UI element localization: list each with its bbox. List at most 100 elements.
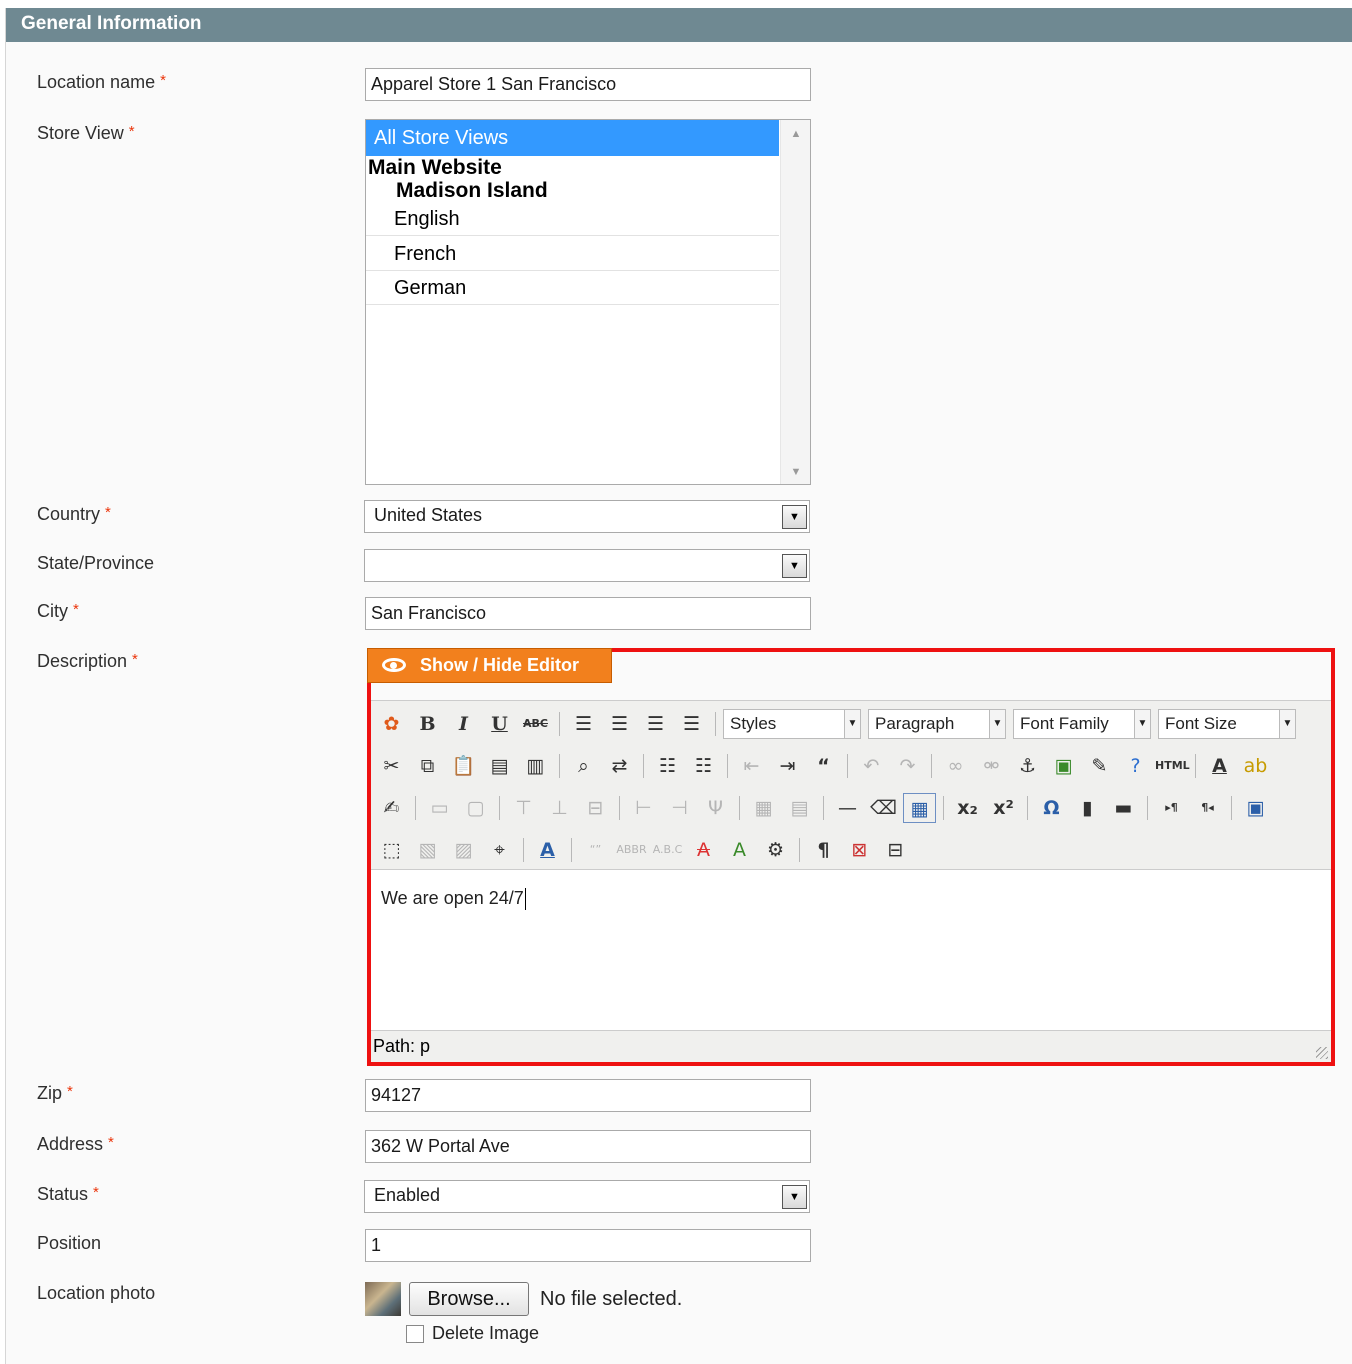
paste-icon[interactable]: 📋	[447, 751, 480, 781]
delete-text-icon[interactable]: A	[687, 835, 720, 865]
redo-icon[interactable]: ↷	[891, 751, 924, 781]
acronym-icon[interactable]: A.B.C	[651, 835, 684, 865]
absolute-position-icon[interactable]: ⌖	[483, 835, 516, 865]
attributes-icon[interactable]: ⚙	[759, 835, 792, 865]
horizontal-rule-icon[interactable]: —	[831, 793, 864, 823]
store-view-option-german[interactable]: German	[366, 271, 779, 305]
cite-icon[interactable]: “”	[579, 835, 612, 865]
superscript-icon[interactable]: x²	[987, 793, 1020, 823]
bullet-list-icon[interactable]: ☷	[651, 751, 684, 781]
insert-row-after-icon[interactable]: ⊥	[543, 793, 576, 823]
resize-handle-icon[interactable]	[1316, 1047, 1328, 1059]
merge-cells-icon[interactable]: ▤	[783, 793, 816, 823]
state-province-select[interactable]: ▼	[364, 549, 810, 582]
image-icon[interactable]: ▣	[1047, 751, 1080, 781]
store-view-multiselect[interactable]: All Store Views Main Website Madison Isl…	[365, 119, 811, 485]
undo-icon[interactable]: ↶	[855, 751, 888, 781]
find-icon[interactable]: ⌕	[567, 751, 600, 781]
browse-button[interactable]: Browse...	[409, 1282, 529, 1316]
paste-text-icon[interactable]: ▤	[483, 751, 516, 781]
anchor-icon[interactable]: ⚓	[1011, 751, 1044, 781]
store-view-option-all[interactable]: All Store Views	[366, 120, 779, 156]
move-forward-icon[interactable]: ▧	[411, 835, 444, 865]
blockquote-icon[interactable]: “	[807, 751, 840, 781]
styles-dropdown[interactable]: Styles ▼	[723, 709, 861, 739]
table-icon[interactable]: ▦	[903, 793, 936, 823]
replace-icon[interactable]: ⇄	[603, 751, 636, 781]
zip-input[interactable]	[365, 1079, 811, 1112]
font-size-dropdown[interactable]: Font Size ▼	[1158, 709, 1296, 739]
html-icon[interactable]: HTML	[1155, 751, 1190, 781]
status-select[interactable]: Enabled ▼	[364, 1180, 810, 1213]
store-view-scrollbar[interactable]: ▲ ▼	[780, 120, 810, 484]
store-view-option-english[interactable]: English	[366, 202, 779, 236]
link-icon[interactable]: ∞	[939, 751, 972, 781]
underline-icon[interactable]: U	[483, 709, 516, 739]
text-color-icon[interactable]: A	[1203, 751, 1236, 781]
help-icon[interactable]: ?	[1119, 751, 1152, 781]
paragraph-dropdown[interactable]: Paragraph ▼	[868, 709, 1006, 739]
abbr-icon[interactable]: ABBR	[615, 835, 648, 865]
scroll-down-icon[interactable]: ▼	[781, 466, 810, 478]
table-row-props-icon[interactable]: ▭	[423, 793, 456, 823]
delete-image-checkbox[interactable]	[406, 1325, 424, 1343]
chevron-down-icon[interactable]: ▼	[782, 505, 807, 529]
strikethrough-icon[interactable]: ABC	[519, 709, 552, 739]
show-hide-editor-button[interactable]: Show / Hide Editor	[367, 648, 612, 683]
delete-col-icon[interactable]: Ψ	[699, 793, 732, 823]
position-input[interactable]	[365, 1229, 811, 1262]
scroll-up-icon[interactable]: ▲	[781, 128, 810, 140]
delete-row-icon[interactable]: ⊟	[579, 793, 612, 823]
store-view-option-french[interactable]: French	[366, 237, 779, 271]
chevron-down-icon: ▼	[1279, 710, 1295, 738]
insert-layer-icon[interactable]: ⬚	[375, 835, 408, 865]
chevron-down-icon[interactable]: ▼	[782, 1185, 807, 1209]
edit-icon[interactable]: ✍	[375, 793, 408, 823]
media-icon[interactable]: ▮	[1071, 793, 1104, 823]
rtl-icon[interactable]: ¶◂	[1191, 793, 1224, 823]
location-name-input[interactable]	[365, 68, 811, 101]
chevron-down-icon: ▼	[844, 710, 860, 738]
paste-word-icon[interactable]: ▥	[519, 751, 552, 781]
copy-icon[interactable]: ⧉	[411, 751, 444, 781]
insert-text-icon[interactable]: A	[723, 835, 756, 865]
insert-col-after-icon[interactable]: ⊣	[663, 793, 696, 823]
fullscreen-icon[interactable]: ▣	[1239, 793, 1272, 823]
address-input[interactable]	[365, 1130, 811, 1163]
nonbreaking-icon[interactable]: ▬	[1107, 793, 1140, 823]
insert-col-before-icon[interactable]: ⊢	[627, 793, 660, 823]
location-photo-label: Location photo	[37, 1283, 156, 1303]
bold-icon[interactable]: B	[411, 709, 444, 739]
table-cell-props-icon[interactable]: ▢	[459, 793, 492, 823]
split-cells-icon[interactable]: ▦	[747, 793, 780, 823]
country-select[interactable]: United States ▼	[364, 500, 810, 533]
remove-format-icon[interactable]: ⌫	[867, 793, 900, 823]
insert-widget-icon[interactable]: ✿	[375, 709, 408, 739]
visual-chars-icon[interactable]: ¶	[807, 835, 840, 865]
city-input[interactable]	[365, 597, 811, 630]
page-break-icon[interactable]: ⊟	[879, 835, 912, 865]
italic-icon[interactable]: I	[447, 709, 480, 739]
subscript-icon[interactable]: x₂	[951, 793, 984, 823]
align-justify-icon[interactable]: ☰	[675, 709, 708, 739]
eye-icon	[382, 658, 406, 672]
background-color-icon[interactable]: ab	[1239, 751, 1272, 781]
editor-content-area[interactable]: We are open 24/7	[371, 870, 1331, 1030]
align-left-icon[interactable]: ☰	[567, 709, 600, 739]
cleanup-icon[interactable]: ✎	[1083, 751, 1116, 781]
chevron-down-icon[interactable]: ▼	[782, 554, 807, 578]
align-right-icon[interactable]: ☰	[639, 709, 672, 739]
insert-row-before-icon[interactable]: ⊤	[507, 793, 540, 823]
indent-icon[interactable]: ⇥	[771, 751, 804, 781]
move-backward-icon[interactable]: ▨	[447, 835, 480, 865]
numbered-list-icon[interactable]: ☷	[687, 751, 720, 781]
cut-icon[interactable]: ✂	[375, 751, 408, 781]
font-family-dropdown[interactable]: Font Family ▼	[1013, 709, 1151, 739]
ltr-icon[interactable]: ▸¶	[1155, 793, 1188, 823]
align-center-icon[interactable]: ☰	[603, 709, 636, 739]
special-char-icon[interactable]: Ω	[1035, 793, 1068, 823]
non-breaking-icon[interactable]: ⊠	[843, 835, 876, 865]
unlink-icon[interactable]: ⚮	[975, 751, 1008, 781]
outdent-icon[interactable]: ⇤	[735, 751, 768, 781]
styleprops-icon[interactable]: A	[531, 835, 564, 865]
